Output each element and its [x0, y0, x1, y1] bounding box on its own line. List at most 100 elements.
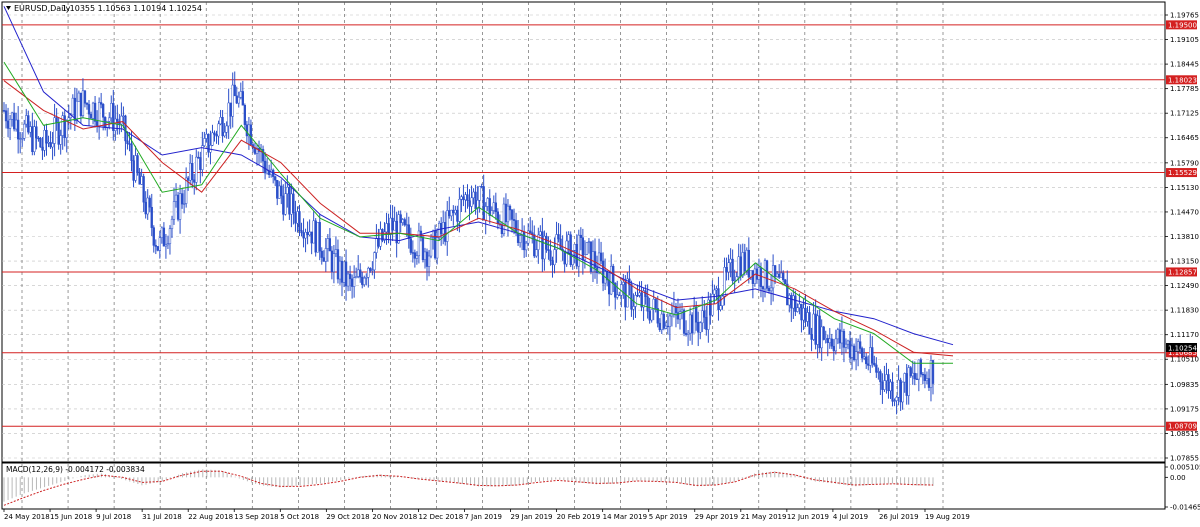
candle-body: [780, 272, 783, 278]
candle-body: [820, 326, 823, 349]
candle-body: [132, 160, 135, 181]
candle-body: [290, 193, 293, 215]
candle-body: [10, 112, 14, 120]
candle-body: [114, 118, 117, 131]
level-label: 1.18023: [1168, 76, 1197, 84]
candle-body: [856, 341, 860, 352]
candle-body: [462, 196, 465, 201]
candle-body: [330, 250, 334, 273]
candle-body: [357, 269, 360, 277]
price-tick-label: 1.15130: [1170, 184, 1199, 192]
candle-body: [421, 236, 425, 261]
candle-body: [14, 119, 18, 130]
candle-body: [304, 232, 307, 239]
candle-body: [31, 126, 34, 152]
candle-body: [684, 333, 688, 335]
candle-body: [95, 121, 99, 127]
candle-body: [850, 345, 854, 358]
candle-body: [126, 140, 129, 144]
candle-body: [703, 310, 706, 318]
candle-body: [824, 338, 827, 340]
candle-body: [134, 155, 137, 181]
candle-body: [680, 309, 684, 312]
candle-body: [263, 160, 267, 174]
candle-body: [470, 197, 473, 207]
time-tick-label: 29 Jan 2019: [511, 513, 553, 521]
candle-body: [464, 194, 467, 201]
candle-body: [478, 186, 481, 201]
candle-body: [397, 214, 400, 244]
candle-body: [804, 307, 807, 322]
candle-body: [423, 251, 427, 261]
candle-body: [150, 206, 153, 228]
candle-body: [448, 210, 451, 217]
candle-body: [405, 224, 408, 226]
candle-body: [142, 176, 145, 203]
candle-body: [231, 84, 234, 117]
candle-body: [344, 261, 348, 287]
candle-body: [713, 289, 716, 295]
time-tick-label: 13 Sep 2018: [234, 513, 278, 521]
candle-body: [654, 298, 657, 309]
candle-body: [881, 381, 884, 390]
time-tick-label: 21 May 2019: [741, 513, 787, 521]
candle-body: [193, 179, 196, 183]
candle-body: [725, 267, 728, 273]
candle-body: [332, 253, 336, 273]
price-tick-label: 1.17125: [1170, 110, 1199, 118]
candle-body: [55, 117, 58, 123]
candle-body: [814, 313, 817, 345]
candle-body: [585, 242, 589, 255]
candle-body: [812, 313, 815, 340]
candle-body: [294, 212, 297, 224]
candle-body: [727, 262, 730, 273]
candle-body: [312, 220, 315, 244]
candle-body: [401, 219, 404, 223]
candle-body: [156, 246, 159, 251]
candle-body: [808, 312, 811, 335]
candle-body: [776, 273, 779, 277]
candle-body: [731, 258, 734, 281]
candle-body: [21, 138, 24, 140]
candle-body: [29, 126, 32, 133]
candle-body: [180, 193, 184, 205]
candle-body: [656, 308, 659, 324]
candle-body: [140, 176, 143, 185]
candle-body: [237, 96, 240, 104]
candle-body: [474, 191, 477, 209]
candle-body: [446, 210, 449, 242]
candle-body: [672, 305, 676, 315]
candle-body: [292, 193, 295, 213]
candle-body: [162, 227, 166, 247]
candle-body: [201, 145, 204, 170]
candle-body: [858, 341, 862, 349]
candle-body: [450, 209, 453, 217]
candle-body: [108, 117, 111, 122]
candle-body: [826, 338, 829, 343]
candle-body: [618, 294, 621, 296]
candle-body: [227, 102, 230, 127]
candle-body: [549, 250, 552, 261]
candle-body: [158, 237, 161, 251]
candle-body: [646, 296, 649, 312]
time-tick-label: 14 Mar 2019: [603, 513, 647, 521]
candle-body: [189, 162, 192, 181]
chart-canvas[interactable]: 1.195001.180231.155291.128571.106851.087…: [0, 0, 1200, 523]
candle-body: [49, 142, 52, 148]
candle-body: [796, 307, 799, 312]
candle-body: [65, 120, 68, 138]
candle-body: [174, 194, 178, 202]
candle-body: [510, 209, 514, 220]
candle-body: [223, 132, 226, 137]
candle-body: [83, 90, 87, 104]
price-tick-label: 1.14470: [1170, 208, 1199, 216]
time-tick-label: 29 Apr 2019: [695, 513, 738, 521]
candle-body: [907, 367, 910, 396]
candle-body: [328, 238, 332, 252]
candle-body: [176, 194, 180, 220]
candle-body: [737, 256, 740, 278]
candle-body: [191, 162, 194, 180]
candle-body: [571, 250, 574, 266]
candle-body: [865, 356, 868, 365]
candle-body: [486, 198, 489, 207]
